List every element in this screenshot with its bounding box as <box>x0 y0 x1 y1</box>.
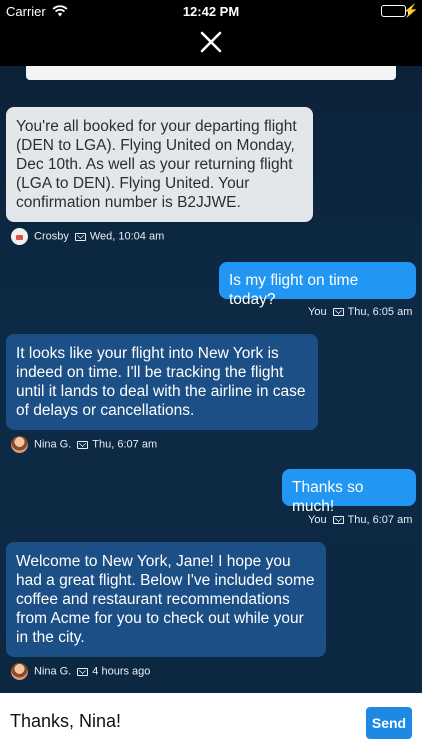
mail-icon <box>332 516 344 525</box>
recommendation-card-partial[interactable] <box>26 66 396 80</box>
message-meta: You Thu, 6:05 am <box>308 304 412 320</box>
sender-name: You <box>308 514 327 526</box>
top-bar <box>0 22 422 66</box>
message-text: Is my flight on time today? <box>229 272 359 308</box>
agent-avatar-icon <box>11 663 28 680</box>
chat-thread[interactable]: You're all booked for your departing fli… <box>0 66 422 693</box>
message-meta: Crosby Wed, 10:04 am <box>11 228 165 245</box>
message-time: Thu, 6:07 am <box>347 514 413 526</box>
mail-icon <box>74 232 86 241</box>
sender-name: Nina G. <box>34 438 72 451</box>
message-text: Welcome to New York, Jane! I hope you ha… <box>16 553 315 646</box>
message-text: It looks like your flight into New York … <box>16 345 306 419</box>
message-time: Thu, 6:07 am <box>92 438 158 451</box>
message-time: Thu, 6:05 am <box>347 306 413 318</box>
sender-name: Nina G. <box>34 665 72 678</box>
message-input[interactable] <box>10 707 340 735</box>
charging-icon: ⚡ <box>402 3 419 18</box>
message-composer: Send <box>0 693 422 750</box>
message-meta: Nina G. 4 hours ago <box>11 663 151 680</box>
send-button[interactable]: Send <box>366 707 412 739</box>
mail-icon <box>77 440 89 449</box>
message-bubble: Thanks so much! <box>282 469 416 515</box>
bot-avatar-icon <box>11 228 28 245</box>
message-bubble: It looks like your flight into New York … <box>6 334 318 430</box>
message-meta: Nina G. Thu, 6:07 am <box>11 436 158 453</box>
message-meta: You Thu, 6:07 am <box>308 512 412 528</box>
close-icon[interactable] <box>199 30 223 54</box>
sender-name: Crosby <box>34 230 69 243</box>
mail-icon <box>332 308 344 317</box>
message-text: Thanks so much! <box>292 479 364 515</box>
message-time: Wed, 10:04 am <box>89 230 165 243</box>
status-bar: Carrier 12:42 PM ⚡ <box>0 0 422 22</box>
status-time: 12:42 PM <box>182 4 240 19</box>
message-time: 4 hours ago <box>92 665 151 678</box>
message-bubble: You're all booked for your departing fli… <box>6 107 313 222</box>
message-text: You're all booked for your departing fli… <box>16 118 297 211</box>
agent-avatar-icon <box>11 436 28 453</box>
message-bubble: Welcome to New York, Jane! I hope you ha… <box>6 542 326 657</box>
sender-name: You <box>308 306 327 318</box>
message-bubble: Is my flight on time today? <box>219 262 416 308</box>
mail-icon <box>77 667 89 676</box>
